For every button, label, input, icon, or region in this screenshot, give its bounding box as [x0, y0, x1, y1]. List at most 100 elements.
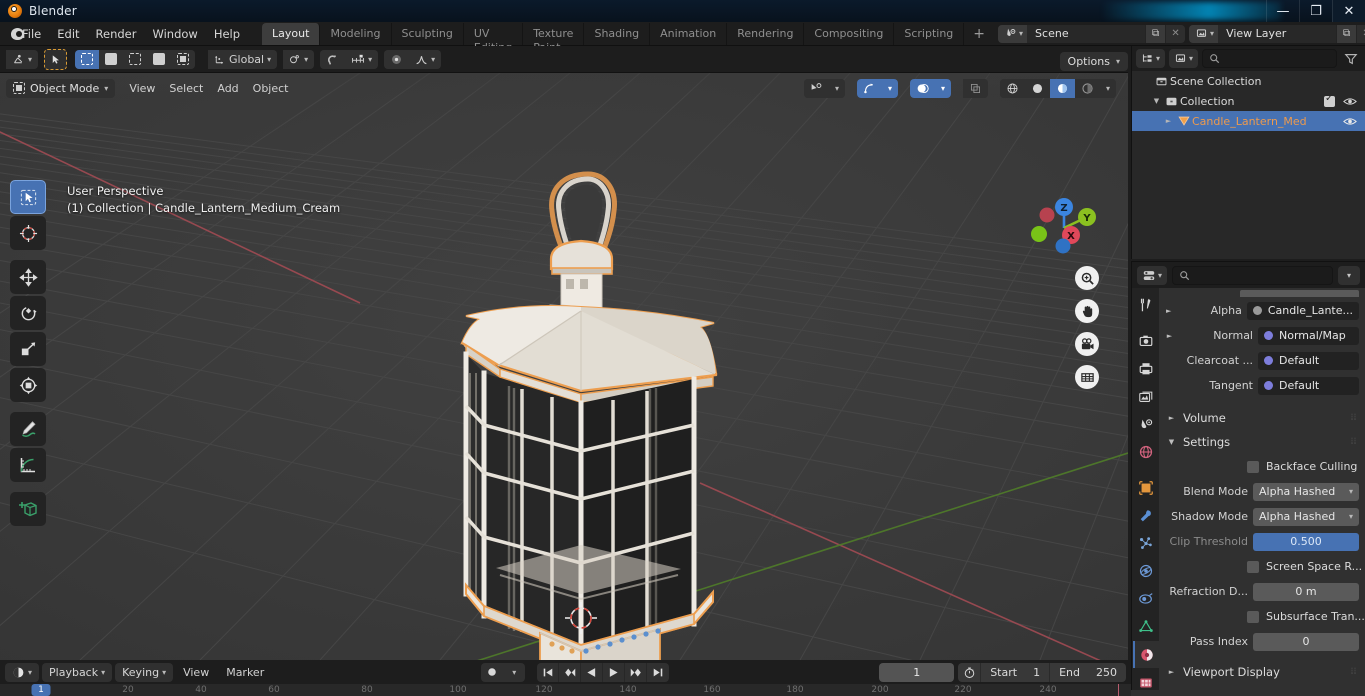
active-tool-indicator[interactable]: [44, 48, 68, 70]
remove-view-layer-button[interactable]: ✕: [1356, 24, 1365, 43]
section-volume[interactable]: ► Volume ⦙⦙: [1159, 406, 1365, 430]
snap-target-dropdown[interactable]: ▾: [345, 49, 379, 69]
xray-toggle-icon[interactable]: [962, 78, 988, 98]
clip-threshold-slider[interactable]: 0.500: [1253, 532, 1359, 551]
xray-group[interactable]: [962, 78, 988, 98]
jump-to-start-button[interactable]: [537, 662, 560, 682]
current-frame-input[interactable]: 1: [879, 662, 955, 682]
tab-compositing[interactable]: Compositing: [804, 22, 895, 45]
tab-world-icon[interactable]: [1133, 439, 1159, 466]
tab-sculpting[interactable]: Sculpting: [392, 22, 464, 45]
object-mode-dropdown[interactable]: Object Mode ▾: [6, 78, 116, 98]
scene-selector[interactable]: ▾ Scene ⧉ ✕: [998, 24, 1186, 43]
property-value-tangent[interactable]: Default: [1258, 376, 1359, 395]
pivot-point-dropdown[interactable]: ▾: [283, 49, 315, 69]
tab-object-icon[interactable]: [1133, 475, 1159, 502]
property-value-alpha[interactable]: Candle_Lante...: [1246, 301, 1359, 320]
property-value-clearcoat[interactable]: Default: [1258, 351, 1359, 370]
gizmo-group[interactable]: ▾: [856, 78, 898, 98]
subsurface-translucency-checkbox[interactable]: [1247, 610, 1259, 623]
transform-orientation-group[interactable]: Global ▾: [208, 49, 278, 69]
tab-modifiers-icon[interactable]: [1133, 502, 1159, 529]
outliner-editor[interactable]: ▾ ▾ Scene Collection ▼ Collection ✓ ► Ca…: [1131, 46, 1365, 259]
select-extend-button[interactable]: [99, 49, 124, 69]
overlays-toggle-icon[interactable]: [909, 78, 935, 98]
eye-icon[interactable]: [1343, 96, 1357, 107]
tab-shading[interactable]: Shading: [584, 22, 651, 45]
3d-viewport[interactable]: User Perspective (1) Collection | Candle…: [0, 73, 1128, 660]
camera-icon[interactable]: [1075, 332, 1099, 356]
tab-animation[interactable]: Animation: [650, 22, 728, 45]
add-workspace-button[interactable]: +: [964, 23, 994, 45]
viewport-menu-object[interactable]: Object: [246, 80, 296, 97]
unlink-scene-button[interactable]: ✕: [1165, 24, 1186, 43]
tweak-tool-button[interactable]: [10, 180, 46, 214]
keying-menu-button[interactable]: Keying ▾: [115, 662, 174, 682]
timeline-scale[interactable]: 1 20 40 60 80 100 120 140 160 180 200 22…: [0, 684, 1131, 696]
timeline-editor-type-button[interactable]: ▾: [5, 662, 40, 682]
tab-output-icon[interactable]: [1133, 356, 1159, 383]
cursor-tool-button[interactable]: [10, 216, 46, 250]
gizmo-toggle-icon[interactable]: [856, 78, 882, 98]
measure-tool-button[interactable]: [10, 448, 46, 482]
shading-mode-group[interactable]: ▾: [999, 78, 1116, 98]
falloff-type-dropdown[interactable]: ▾: [409, 49, 442, 69]
drag-grip-icon[interactable]: ⦙⦙: [1351, 667, 1357, 677]
overlays-group[interactable]: ▾: [909, 78, 951, 98]
menu-edit[interactable]: Edit: [49, 24, 87, 44]
gizmo-dropdown[interactable]: ▾: [881, 78, 898, 98]
show-gizmo-icon[interactable]: [803, 78, 829, 98]
tab-scripting[interactable]: Scripting: [894, 22, 965, 45]
property-value-normal[interactable]: Normal/Map: [1258, 326, 1359, 345]
minimize-button[interactable]: —: [1266, 0, 1299, 22]
drag-grip-icon[interactable]: ⦙⦙: [1351, 413, 1357, 423]
setting-shadow-mode[interactable]: Shadow Mode Alpha Hashed ▾: [1159, 504, 1365, 529]
view-layer-selector[interactable]: ▾ View Layer ⧉ ✕: [1189, 24, 1365, 43]
auto-keying-toggle-icon[interactable]: [481, 663, 503, 682]
editor-type-3dview-icon[interactable]: ▾: [6, 49, 39, 69]
frame-range-controls[interactable]: Start 1 End 250: [958, 662, 1126, 682]
refraction-depth-input[interactable]: 0 m: [1253, 582, 1359, 601]
options-dropdown[interactable]: Options ▾: [1059, 52, 1128, 71]
snap-pivot-group[interactable]: ▾: [283, 49, 315, 69]
tab-constraints-icon[interactable]: [1133, 586, 1159, 613]
property-row-alpha[interactable]: ► Alpha Candle_Lante...: [1159, 298, 1365, 323]
transform-tool-button[interactable]: [10, 368, 46, 402]
snap-magnet-icon[interactable]: [320, 49, 346, 69]
property-row-normal[interactable]: ► Normal Normal/Map: [1159, 323, 1365, 348]
select-subtract-button[interactable]: [123, 49, 148, 69]
jump-to-end-button[interactable]: [647, 663, 669, 682]
properties-search-input[interactable]: [1172, 265, 1333, 285]
viewport-menu-add[interactable]: Add: [210, 80, 245, 97]
setting-screen-space-refraction[interactable]: Screen Space R...: [1159, 554, 1365, 579]
visibility-dropdown[interactable]: ▾: [828, 78, 845, 98]
tab-object-data-icon[interactable]: [1133, 614, 1159, 641]
collection-checkbox[interactable]: [1324, 93, 1335, 107]
setting-subsurface-translucency[interactable]: Subsurface Tran...: [1159, 604, 1365, 629]
close-button[interactable]: ✕: [1332, 0, 1365, 22]
shading-wireframe-icon[interactable]: [999, 78, 1025, 98]
expand-toggle-alpha[interactable]: ►: [1163, 307, 1174, 315]
tab-particles-icon[interactable]: [1133, 530, 1159, 557]
viewport-menu-view[interactable]: View: [122, 80, 162, 97]
backface-culling-checkbox[interactable]: [1247, 460, 1259, 473]
new-view-layer-button[interactable]: ⧉: [1336, 24, 1357, 43]
proportional-editing-icon[interactable]: [384, 49, 410, 69]
shadow-mode-dropdown[interactable]: Alpha Hashed ▾: [1253, 507, 1359, 526]
tab-material-icon[interactable]: [1132, 641, 1159, 669]
auto-keying-dropdown[interactable]: ▾: [503, 663, 525, 682]
overlays-dropdown[interactable]: ▾: [934, 78, 951, 98]
setting-pass-index[interactable]: Pass Index 0: [1159, 629, 1365, 654]
setting-blend-mode[interactable]: Blend Mode Alpha Hashed ▾: [1159, 479, 1365, 504]
transform-orientation-dropdown[interactable]: Global ▾: [208, 49, 278, 69]
properties-panel[interactable]: ► Alpha Candle_Lante... ► Normal Normal/…: [1159, 288, 1365, 696]
stopwatch-icon[interactable]: [958, 666, 980, 679]
scale-tool-button[interactable]: [10, 332, 46, 366]
new-scene-button[interactable]: ⧉: [1145, 24, 1166, 43]
tab-texture-paint[interactable]: Texture Paint: [523, 22, 585, 54]
timeline-playhead[interactable]: 1: [31, 684, 51, 696]
section-viewport-display[interactable]: ► Viewport Display ⦙⦙: [1159, 660, 1365, 684]
grid-icon[interactable]: [1075, 365, 1099, 389]
outliner-row-collection[interactable]: ▼ Collection: [1132, 91, 1365, 111]
select-intersect-button[interactable]: [171, 49, 196, 69]
